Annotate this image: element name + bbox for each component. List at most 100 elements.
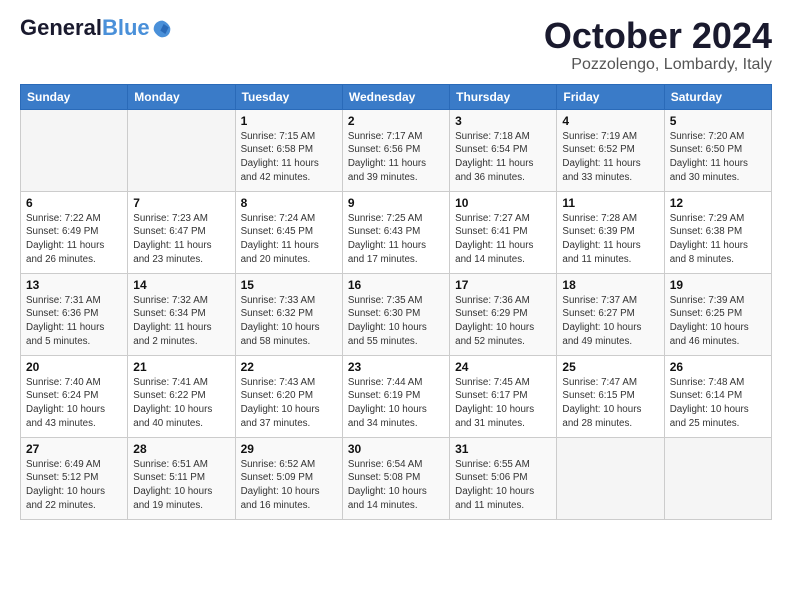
calendar-cell: 4Sunrise: 7:19 AM Sunset: 6:52 PM Daylig… (557, 109, 664, 191)
day-number: 21 (133, 360, 229, 374)
day-number: 13 (26, 278, 122, 292)
calendar-cell: 11Sunrise: 7:28 AM Sunset: 6:39 PM Dayli… (557, 191, 664, 273)
weekday-header-sunday: Sunday (21, 84, 128, 109)
calendar-cell: 17 Sunrise: 7:36 AM Sunset: 6:29 PM Dayli… (450, 273, 557, 355)
day-number: 5 (670, 114, 766, 128)
day-info: Sunrise: 7:37 AM Sunset: 6:27 PM Dayligh… (562, 294, 658, 349)
day-number: 8 (241, 196, 337, 210)
header: GeneralBlue October 2024 Pozzolengo, Lom… (20, 16, 772, 74)
calendar-cell: 21Sunrise: 7:41 AM Sunset: 6:22 PM Dayli… (128, 355, 235, 437)
calendar-table: SundayMondayTuesdayWednesdayThursdayFrid… (20, 84, 772, 520)
day-info: Sunrise: 6:51 AM Sunset: 5:11 PM Dayligh… (133, 458, 229, 513)
weekday-header-saturday: Saturday (664, 84, 771, 109)
day-info: Sunrise: 7:48 AM Sunset: 6:14 PM Dayligh… (670, 376, 766, 431)
day-number: 27 (26, 442, 122, 456)
calendar-week-4: 20Sunrise: 7:40 AM Sunset: 6:24 PM Dayli… (21, 355, 772, 437)
weekday-header-friday: Friday (557, 84, 664, 109)
day-number: 2 (348, 114, 444, 128)
day-number: 24 (455, 360, 551, 374)
calendar-cell: 6Sunrise: 7:22 AM Sunset: 6:49 PM Daylig… (21, 191, 128, 273)
day-number: 3 (455, 114, 551, 128)
calendar-cell: 30 Sunrise: 6:54 AM Sunset: 5:08 PM Dayli… (342, 437, 449, 519)
day-info: Sunrise: 7:32 AM Sunset: 6:34 PM Dayligh… (133, 294, 229, 349)
calendar-cell: 13 Sunrise: 7:31 AM Sunset: 6:36 PM Dayli… (21, 273, 128, 355)
day-number: 22 (241, 360, 337, 374)
calendar-cell: 31 Sunrise: 6:55 AM Sunset: 5:06 PM Dayli… (450, 437, 557, 519)
day-info: Sunrise: 7:20 AM Sunset: 6:50 PM Dayligh… (670, 130, 766, 185)
day-number: 9 (348, 196, 444, 210)
day-info: Sunrise: 7:17 AM Sunset: 6:56 PM Dayligh… (348, 130, 444, 185)
day-info: Sunrise: 6:54 AM Sunset: 5:08 PM Dayligh… (348, 458, 444, 513)
weekday-header-wednesday: Wednesday (342, 84, 449, 109)
calendar-cell: 2 Sunrise: 7:17 AM Sunset: 6:56 PM Daylig… (342, 109, 449, 191)
day-number: 30 (348, 442, 444, 456)
day-number: 15 (241, 278, 337, 292)
calendar-cell: 29 Sunrise: 6:52 AM Sunset: 5:09 PM Dayli… (235, 437, 342, 519)
day-info: Sunrise: 7:27 AM Sunset: 6:41 PM Dayligh… (455, 212, 551, 267)
calendar-cell: 7Sunrise: 7:23 AM Sunset: 6:47 PM Daylig… (128, 191, 235, 273)
calendar-week-2: 6Sunrise: 7:22 AM Sunset: 6:49 PM Daylig… (21, 191, 772, 273)
day-number: 18 (562, 278, 658, 292)
day-info: Sunrise: 7:45 AM Sunset: 6:17 PM Dayligh… (455, 376, 551, 431)
day-info: Sunrise: 7:29 AM Sunset: 6:38 PM Dayligh… (670, 212, 766, 267)
month-title: October 2024 (544, 16, 772, 56)
calendar-cell: 22Sunrise: 7:43 AM Sunset: 6:20 PM Dayli… (235, 355, 342, 437)
day-info: Sunrise: 6:55 AM Sunset: 5:06 PM Dayligh… (455, 458, 551, 513)
day-info: Sunrise: 7:40 AM Sunset: 6:24 PM Dayligh… (26, 376, 122, 431)
calendar-cell: 23 Sunrise: 7:44 AM Sunset: 6:19 PM Dayli… (342, 355, 449, 437)
calendar-cell (21, 109, 128, 191)
calendar-cell: 26 Sunrise: 7:48 AM Sunset: 6:14 PM Dayli… (664, 355, 771, 437)
calendar-cell: 27 Sunrise: 6:49 AM Sunset: 5:12 PM Dayli… (21, 437, 128, 519)
day-info: Sunrise: 7:44 AM Sunset: 6:19 PM Dayligh… (348, 376, 444, 431)
day-info: Sunrise: 6:49 AM Sunset: 5:12 PM Dayligh… (26, 458, 122, 513)
day-number: 16 (348, 278, 444, 292)
day-number: 31 (455, 442, 551, 456)
calendar-cell (557, 437, 664, 519)
weekday-header-tuesday: Tuesday (235, 84, 342, 109)
day-info: Sunrise: 7:15 AM Sunset: 6:58 PM Dayligh… (241, 130, 337, 185)
day-info: Sunrise: 7:28 AM Sunset: 6:39 PM Dayligh… (562, 212, 658, 267)
calendar-cell: 12 Sunrise: 7:29 AM Sunset: 6:38 PM Dayli… (664, 191, 771, 273)
day-number: 17 (455, 278, 551, 292)
calendar-cell: 18 Sunrise: 7:37 AM Sunset: 6:27 PM Dayli… (557, 273, 664, 355)
weekday-header-monday: Monday (128, 84, 235, 109)
day-info: Sunrise: 7:33 AM Sunset: 6:32 PM Dayligh… (241, 294, 337, 349)
day-number: 26 (670, 360, 766, 374)
day-number: 14 (133, 278, 229, 292)
logo-icon (152, 19, 172, 39)
day-number: 1 (241, 114, 337, 128)
weekday-header-row: SundayMondayTuesdayWednesdayThursdayFrid… (21, 84, 772, 109)
day-number: 4 (562, 114, 658, 128)
calendar-cell: 19Sunrise: 7:39 AM Sunset: 6:25 PM Dayli… (664, 273, 771, 355)
day-info: Sunrise: 7:36 AM Sunset: 6:29 PM Dayligh… (455, 294, 551, 349)
calendar-cell (664, 437, 771, 519)
calendar-cell: 25Sunrise: 7:47 AM Sunset: 6:15 PM Dayli… (557, 355, 664, 437)
day-number: 23 (348, 360, 444, 374)
calendar-cell (128, 109, 235, 191)
calendar-cell: 5 Sunrise: 7:20 AM Sunset: 6:50 PM Daylig… (664, 109, 771, 191)
calendar-cell: 20Sunrise: 7:40 AM Sunset: 6:24 PM Dayli… (21, 355, 128, 437)
day-info: Sunrise: 6:52 AM Sunset: 5:09 PM Dayligh… (241, 458, 337, 513)
title-block: October 2024 Pozzolengo, Lombardy, Italy (544, 16, 772, 74)
day-info: Sunrise: 7:35 AM Sunset: 6:30 PM Dayligh… (348, 294, 444, 349)
calendar-cell: 28 Sunrise: 6:51 AM Sunset: 5:11 PM Dayli… (128, 437, 235, 519)
calendar-cell: 15 Sunrise: 7:33 AM Sunset: 6:32 PM Dayli… (235, 273, 342, 355)
day-info: Sunrise: 7:47 AM Sunset: 6:15 PM Dayligh… (562, 376, 658, 431)
calendar-week-1: 1 Sunrise: 7:15 AM Sunset: 6:58 PM Daylig… (21, 109, 772, 191)
day-info: Sunrise: 7:31 AM Sunset: 6:36 PM Dayligh… (26, 294, 122, 349)
logo: GeneralBlue (20, 16, 172, 40)
calendar-cell: 1 Sunrise: 7:15 AM Sunset: 6:58 PM Daylig… (235, 109, 342, 191)
calendar-cell: 9Sunrise: 7:25 AM Sunset: 6:43 PM Daylig… (342, 191, 449, 273)
day-info: Sunrise: 7:39 AM Sunset: 6:25 PM Dayligh… (670, 294, 766, 349)
calendar-week-5: 27 Sunrise: 6:49 AM Sunset: 5:12 PM Dayli… (21, 437, 772, 519)
calendar-cell: 16 Sunrise: 7:35 AM Sunset: 6:30 PM Dayli… (342, 273, 449, 355)
calendar-week-3: 13 Sunrise: 7:31 AM Sunset: 6:36 PM Dayli… (21, 273, 772, 355)
calendar-cell: 10Sunrise: 7:27 AM Sunset: 6:41 PM Dayli… (450, 191, 557, 273)
day-info: Sunrise: 7:23 AM Sunset: 6:47 PM Dayligh… (133, 212, 229, 267)
day-number: 29 (241, 442, 337, 456)
day-number: 28 (133, 442, 229, 456)
day-number: 12 (670, 196, 766, 210)
day-number: 6 (26, 196, 122, 210)
location-title: Pozzolengo, Lombardy, Italy (544, 56, 772, 74)
day-info: Sunrise: 7:18 AM Sunset: 6:54 PM Dayligh… (455, 130, 551, 185)
